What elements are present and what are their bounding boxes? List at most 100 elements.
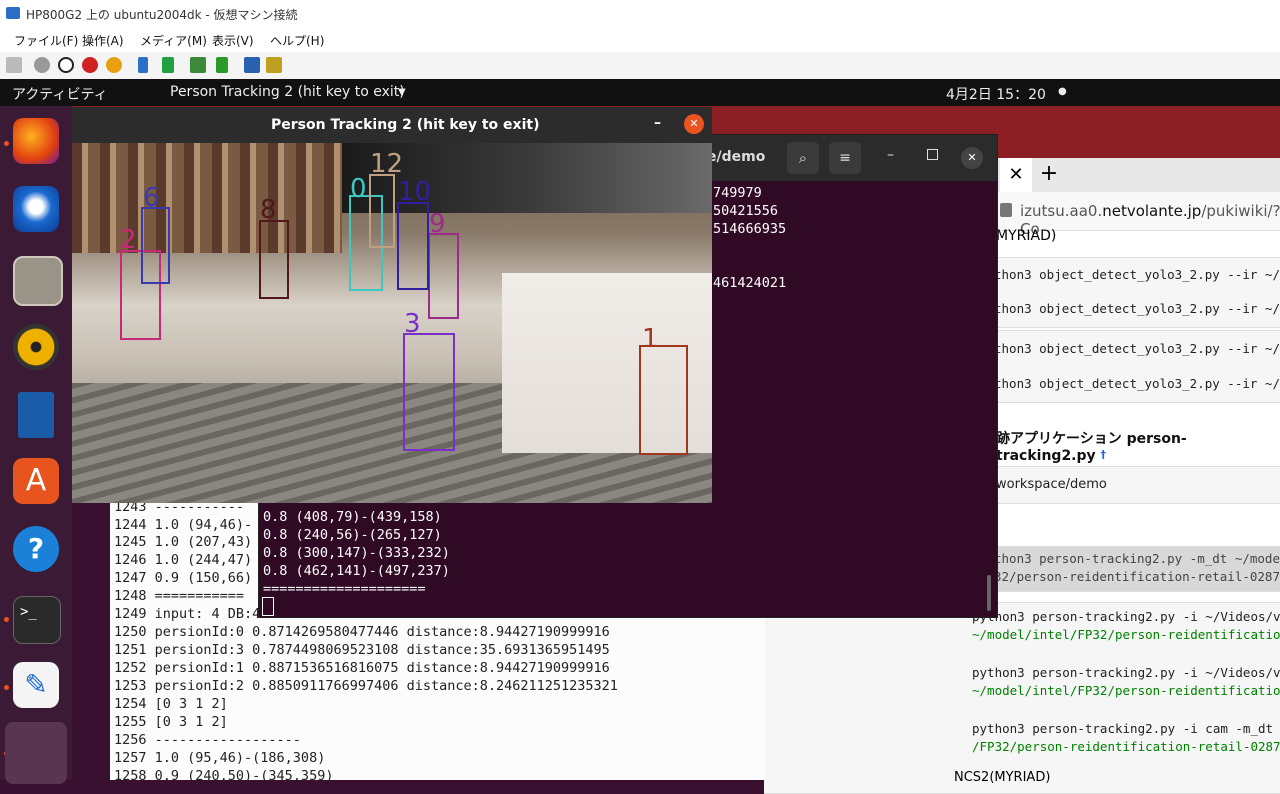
tracking-label: 8 [260,195,277,225]
tracking-box-8 [259,220,289,299]
start-icon[interactable] [34,57,50,73]
new-tab-icon[interactable]: + [1034,158,1064,192]
search-icon[interactable]: ⌕ [787,142,819,174]
tracking-label: 3 [404,309,421,339]
tracking-label: 9 [429,209,446,239]
vm-toolbar [0,52,1280,80]
pause-icon[interactable] [138,57,148,73]
code-block: python3 person-tracking2.py -i ~/Videos/… [764,602,1280,794]
close-icon[interactable]: ✕ [961,147,983,169]
terminal-title: e/demo [707,149,766,165]
scrollbar[interactable] [987,575,991,611]
tracking-box-10 [397,202,429,290]
text-editor-icon[interactable]: ✎ [13,662,59,708]
revert-icon[interactable] [216,57,228,73]
tracking-label: 6 [143,183,160,213]
running-indicator [4,617,9,622]
tracking-box-1 [639,345,688,455]
menu-help[interactable]: ヘルプ(H) [270,32,324,49]
tracking-box-12 [369,174,395,248]
terminal-line: 514666935 [713,221,787,237]
rhythmbox-icon[interactable] [13,324,59,370]
tracking-label: 0 [350,174,367,204]
libreoffice-writer-icon[interactable] [18,392,54,438]
menu-media[interactable]: メディア(M) [140,32,207,49]
menu-file[interactable]: ファイル(F) [14,32,78,49]
terminal-line: 1248 =========== [114,588,245,604]
terminal-cursor [262,597,274,616]
video-window-title: Person Tracking 2 (hit key to exit) [271,117,540,133]
hamburger-menu-icon[interactable]: ≡ [829,142,861,174]
help-icon[interactable]: ? [13,526,59,572]
terminal-line: 0.8 (408,79)-(439,158) [263,509,442,525]
terminal-line: 1250 persionId:0 0.8714269580477446 dist… [114,624,610,640]
person-tracking-window[interactable]: Person Tracking 2 (hit key to exit) – ✕ … [72,107,712,503]
terminal-line: 1258 0.9 (240,50)-(345,359) [114,768,334,784]
url-text[interactable]: izutsu.aa0.netvolante.jp/pukiwiki/?Co [1020,202,1280,238]
vm-menu-bar: ファイル(F) 操作(A) メディア(M) 表示(V) ヘルプ(H) [0,28,1280,52]
enhanced-session-icon[interactable] [244,57,260,73]
ctrl-alt-del-icon[interactable] [6,57,22,73]
terminal-line: 749979 [713,185,762,201]
clock[interactable]: 4月2日 15：20 [946,84,1046,104]
tracking-box-6 [141,207,170,284]
terminal-line: 1252 persionId:1 0.8871536516816075 dist… [114,660,610,676]
section-heading: 跡アプリケーション person-tracking2.py † [996,431,1187,464]
menu-action[interactable]: 操作(A) [82,32,124,49]
shutdown-icon[interactable] [82,57,98,73]
close-icon[interactable]: ✕ [684,114,704,134]
running-indicator [4,141,9,146]
show-applications-icon[interactable] [5,722,67,784]
lock-icon[interactable] [1000,203,1012,217]
resume-icon[interactable] [162,57,174,73]
terminal-line: 1244 1.0 (94,46)- [114,517,253,533]
terminal-line: 1253 persionId:2 0.8850911766997406 dist… [114,678,618,694]
app-menu[interactable]: Person Tracking 2 (hit key to exit) [170,84,405,100]
myriad-text: MYRIAD) [996,228,1057,244]
shoe-shelf-image [72,143,342,253]
maximize-icon[interactable] [927,149,938,160]
software-center-icon[interactable]: A [13,458,59,504]
menu-view[interactable]: 表示(V) [212,32,254,49]
terminal-line: 0.8 (240,56)-(265,127) [263,527,442,543]
terminal-line: 1249 input: 4 DB:4 [114,606,261,622]
video-window-header: Person Tracking 2 (hit key to exit) – ✕ [72,107,712,143]
minimize-icon[interactable]: – [654,115,661,131]
activities-button[interactable]: アクティビティ [12,84,108,104]
ubuntu-top-bar: アクティビティ Person Tracking 2 (hit key to ex… [0,79,1280,106]
terminal-line: 1256 ------------------ [114,732,301,748]
terminal-line: ==================== [263,581,426,597]
minimize-icon[interactable]: – [887,147,894,163]
running-indicator [4,685,9,690]
terminal-line: 1255 [0 3 1 2] [114,714,228,730]
close-tab-icon[interactable]: ✕ [1000,158,1032,192]
terminal-line: 0.8 (300,147)-(333,232) [263,545,450,561]
thunderbird-icon[interactable] [13,186,59,232]
tracking-label: 2 [120,225,137,255]
turn-off-icon[interactable] [58,57,74,73]
tracking-box-3 [403,333,455,451]
firefox-icon[interactable] [13,118,59,164]
files-icon[interactable] [13,256,63,306]
terminal-line: 1254 [0 3 1 2] [114,696,228,712]
terminal-icon[interactable]: >_ [13,596,61,644]
terminal-line: 1245 1.0 (207,43) [114,534,253,550]
power-icon[interactable] [106,57,122,73]
share-icon[interactable] [266,57,282,73]
terminal-line: 461424021 [713,275,787,291]
chevron-down-icon[interactable]: ▼ [398,87,406,98]
terminal-line: 1246 1.0 (244,47) [114,552,253,568]
tracking-label: 12 [370,149,404,179]
notification-dot-icon: ● [1058,86,1067,97]
vm-connect-icon [6,7,20,19]
terminal-line: 1247 0.9 (150,66) [114,570,253,586]
checkpoint-icon[interactable] [190,57,206,73]
terminal-line: 1251 persionId:3 0.7874498069523108 dist… [114,642,610,658]
tracking-box-9 [428,233,459,319]
ncs2-text: NCS2(MYRIAD) [954,770,1051,785]
video-frame: 0 1 2 3 6 8 9 10 12 [72,143,712,503]
terminal-line: 0.8 (462,141)-(497,237) [263,563,450,579]
vm-title-bar: HP800G2 上の ubuntu2004dk - 仮想マシン接続 [0,0,1280,28]
tracking-label: 10 [398,177,432,207]
terminal-line: 50421556 [713,203,779,219]
